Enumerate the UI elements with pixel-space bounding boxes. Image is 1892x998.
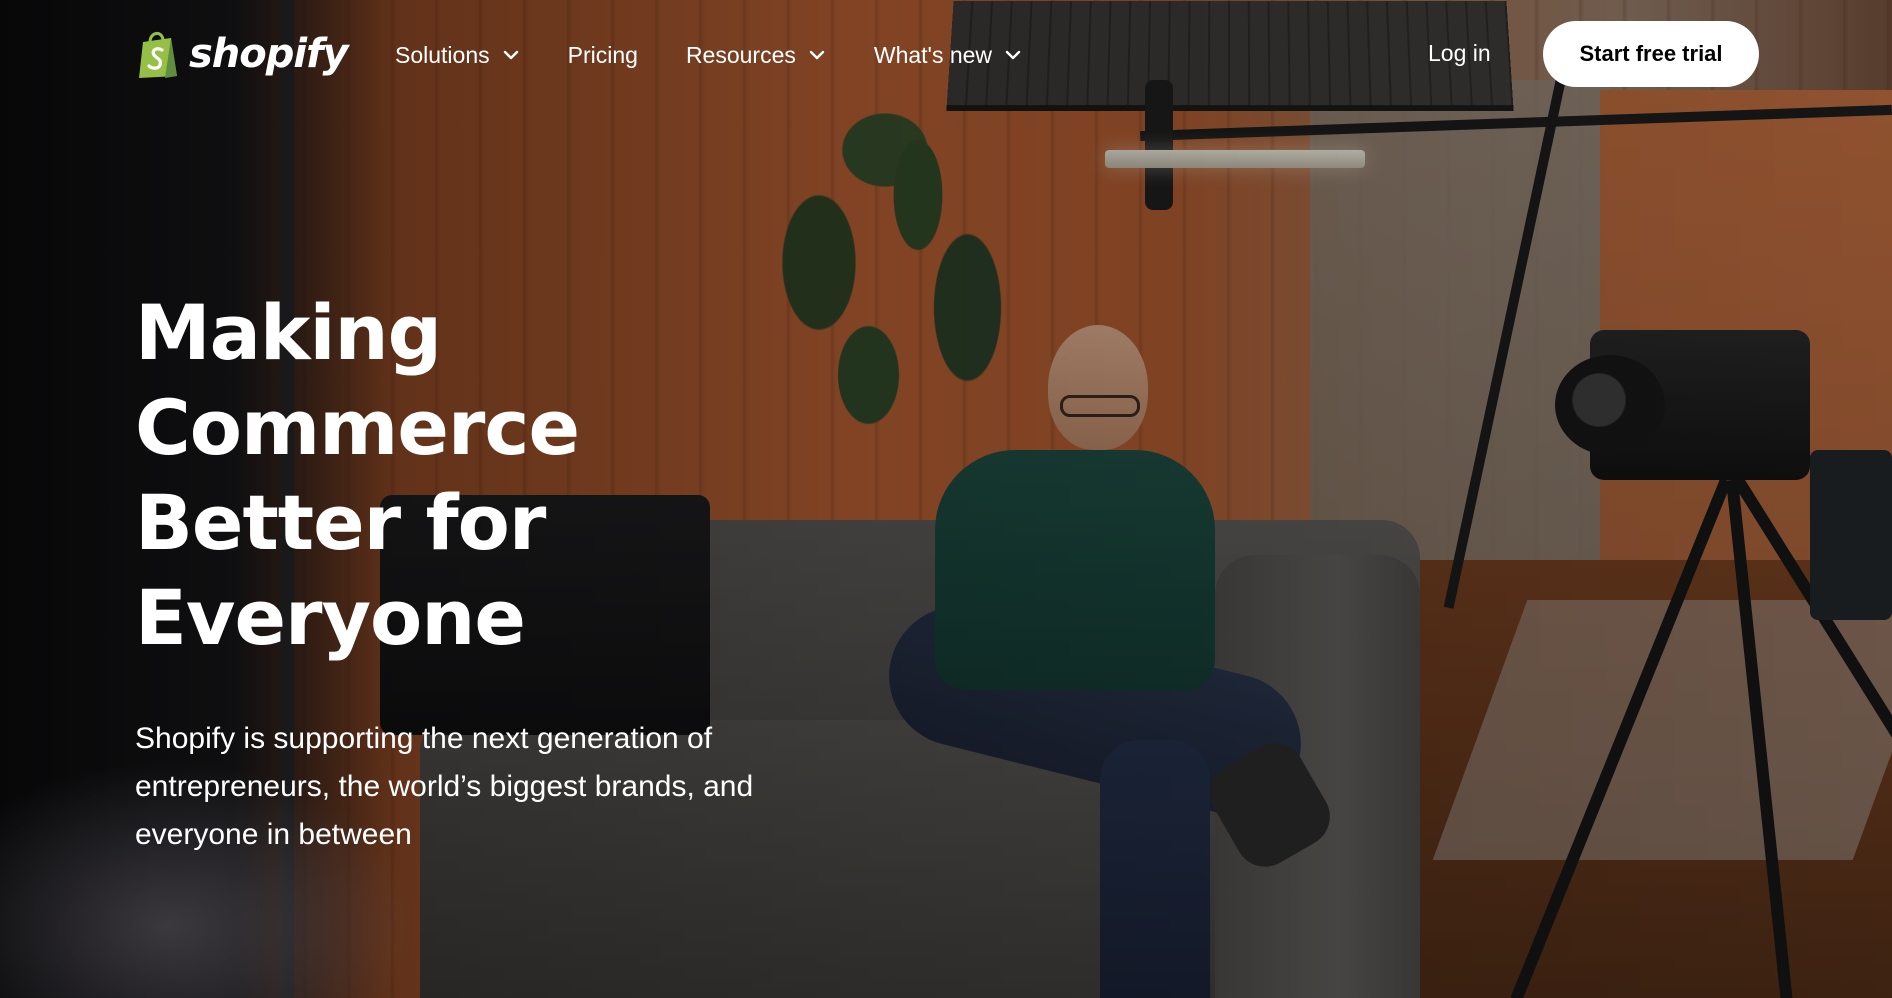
hero-heading: Making Commerce Better for Everyone <box>135 285 835 665</box>
start-free-trial-button[interactable]: Start free trial <box>1543 21 1759 87</box>
hero-section: Making Commerce Better for Everyone Shop… <box>135 285 835 859</box>
nav-item-label: Solutions <box>395 41 490 68</box>
nav-item-solutions[interactable]: Solutions <box>395 42 520 69</box>
hero-heading-line: Making <box>135 288 442 377</box>
nav-item-pricing[interactable]: Pricing <box>568 42 638 69</box>
hero-heading-line: Everyone <box>135 573 526 662</box>
shopify-logo-link[interactable]: shopify <box>135 26 349 82</box>
hero-subtitle: Shopify is supporting the next generatio… <box>135 722 754 851</box>
page: shopify Solutions Pricing Resources What… <box>0 0 1892 998</box>
logo-wordmark: shopify <box>189 31 349 77</box>
main-menu: Solutions Pricing Resources What's new <box>395 36 1022 74</box>
nav-item-label: Pricing <box>567 41 638 68</box>
hero-heading-line: Better for <box>135 478 546 567</box>
nav-item-label: What's new <box>873 41 993 68</box>
top-navigation: shopify Solutions Pricing Resources What… <box>0 0 1892 110</box>
login-link[interactable]: Log in <box>1428 40 1491 67</box>
nav-item-label: Resources <box>685 41 796 68</box>
shopping-bag-logo-icon <box>139 32 177 78</box>
nav-item-resources[interactable]: Resources <box>686 42 826 69</box>
nav-item-whats-new[interactable]: What's new <box>874 42 1022 69</box>
chevron-down-icon <box>1005 50 1021 60</box>
hero-heading-line: Commerce <box>135 383 580 472</box>
chevron-down-icon <box>809 50 825 60</box>
chevron-down-icon <box>503 50 518 60</box>
